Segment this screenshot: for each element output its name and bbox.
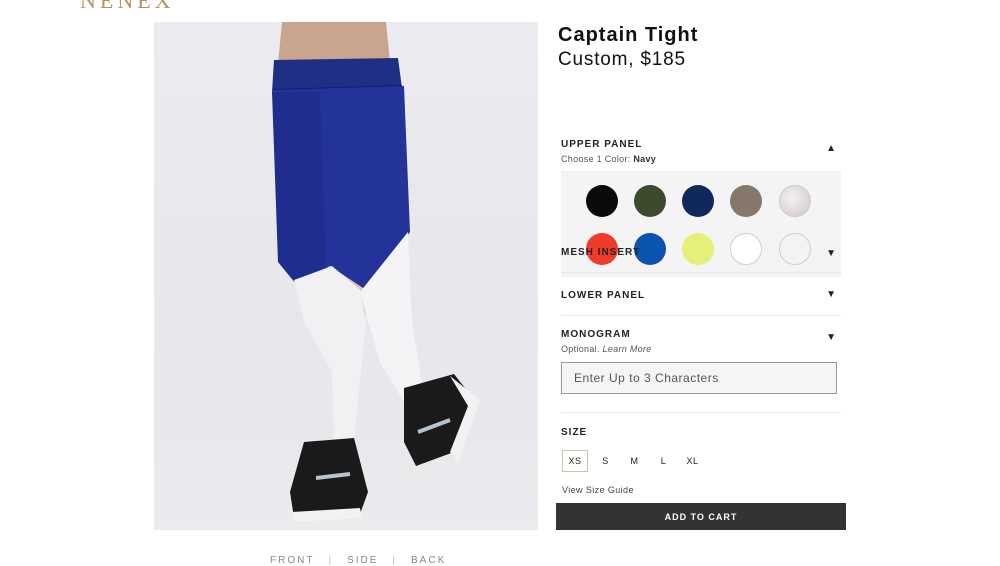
swatch-taupe[interactable] (730, 185, 762, 217)
view-separator: | (392, 555, 398, 566)
swatch-black[interactable] (586, 185, 618, 217)
size-option-xs[interactable]: XS (562, 450, 588, 472)
chevron-down-icon[interactable]: ▼ (826, 289, 836, 300)
view-separator: | (328, 555, 334, 566)
chevron-down-icon[interactable]: ▼ (826, 332, 836, 343)
learn-more-link[interactable]: Learn More (603, 344, 652, 354)
size-option-xl[interactable]: XL (678, 450, 707, 472)
divider (561, 412, 841, 413)
monogram-input[interactable] (561, 362, 837, 394)
swatch-light-gray[interactable] (779, 233, 811, 265)
leggings-illustration (272, 22, 480, 522)
product-price: Custom, $185 (558, 49, 686, 70)
view-front-link[interactable]: FRONT (270, 555, 314, 566)
mesh-insert-heading[interactable]: MESH INSERT (561, 247, 640, 258)
divider (561, 315, 841, 316)
swatch-marble[interactable] (779, 185, 811, 217)
color-swatch-grid (561, 171, 841, 277)
size-heading: SIZE (561, 427, 588, 438)
upper-panel-choose: Choose 1 Color: Navy (561, 154, 656, 164)
divider (561, 272, 841, 273)
size-guide-link[interactable]: View Size Guide (562, 485, 634, 495)
swatch-olive[interactable] (634, 185, 666, 217)
swatch-lime[interactable] (682, 233, 714, 265)
size-option-l[interactable]: L (649, 450, 678, 472)
brand-logo[interactable]: NENEX (80, 0, 175, 14)
swatch-white[interactable] (730, 233, 762, 265)
view-back-link[interactable]: BACK (411, 555, 446, 566)
product-image (154, 22, 538, 530)
selected-color-value: Navy (633, 154, 657, 164)
upper-panel-heading[interactable]: UPPER PANEL (561, 139, 642, 150)
size-options: XS S M L XL (562, 450, 707, 472)
size-option-m[interactable]: M (620, 450, 649, 472)
monogram-heading[interactable]: MONOGRAM (561, 329, 631, 340)
monogram-optional: Optional. (561, 344, 600, 354)
choose-color-label: Choose 1 Color: (561, 154, 631, 164)
product-title: Captain Tight (558, 24, 699, 46)
size-option-s[interactable]: S (591, 450, 620, 472)
add-to-cart-button[interactable]: ADD TO CART (556, 503, 846, 530)
view-selector: FRONT | SIDE | BACK (270, 555, 446, 566)
swatch-navy[interactable] (682, 185, 714, 217)
chevron-down-icon[interactable]: ▼ (826, 248, 836, 259)
lower-panel-heading[interactable]: LOWER PANEL (561, 290, 645, 301)
chevron-up-icon[interactable]: ▲ (826, 143, 836, 154)
monogram-note: Optional. Learn More (561, 344, 652, 354)
product-config-panel: Captain Tight Custom, $185 UPPER PANEL C… (556, 22, 846, 530)
view-side-link[interactable]: SIDE (347, 555, 378, 566)
